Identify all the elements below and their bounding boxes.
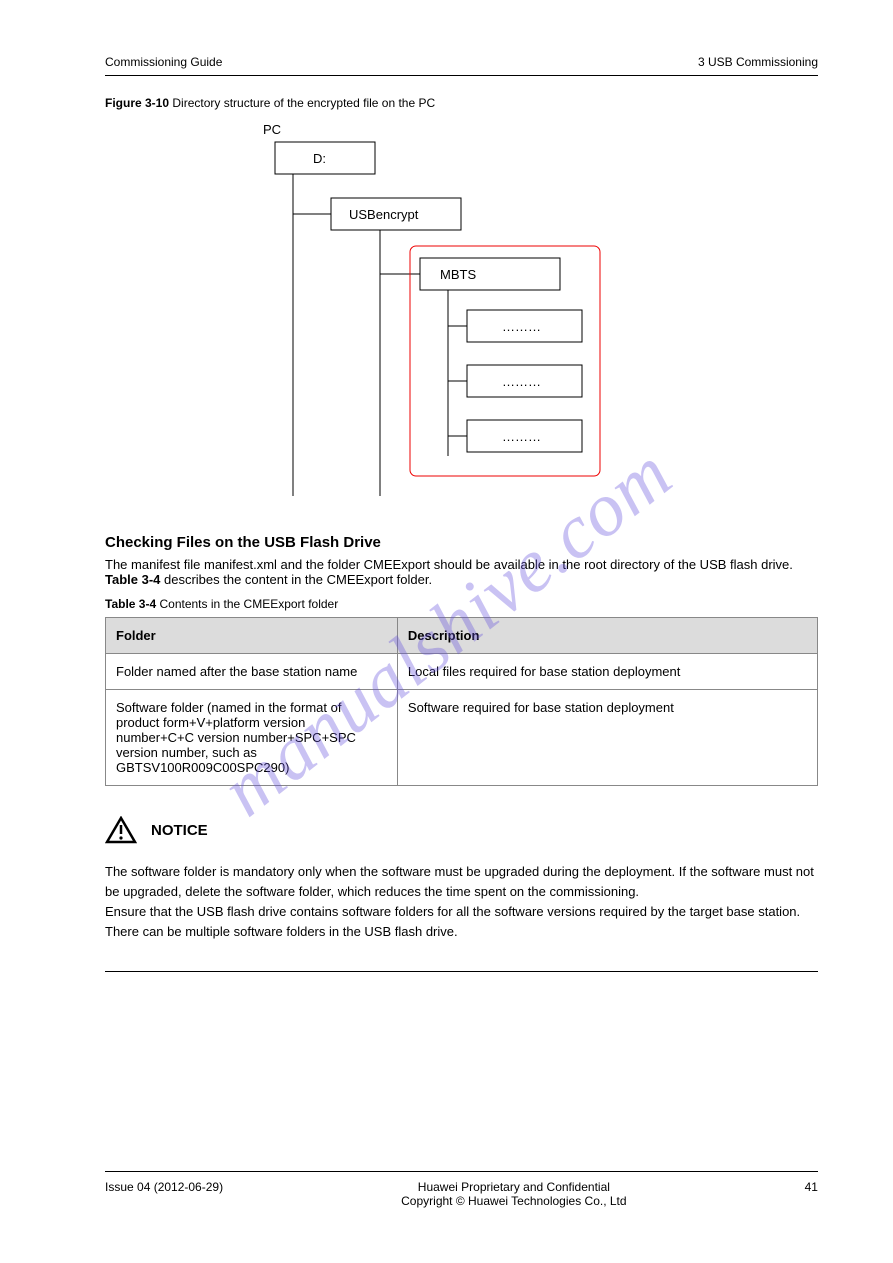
table-caption: Table 3-4 Contents in the CMEExport fold… (105, 597, 818, 611)
notice-label: NOTICE (151, 822, 208, 839)
footer-right: 41 (805, 1180, 818, 1208)
notice-block: NOTICE The software folder is mandatory … (105, 816, 818, 972)
cell-desc: Software required for base station deplo… (397, 690, 817, 786)
notice-line: The software folder is mandatory only wh… (105, 862, 818, 902)
page-header: Commissioning Guide 3 USB Commissioning (105, 55, 818, 76)
diag-mbts: MBTS (440, 267, 476, 282)
diag-drive: D: (313, 151, 326, 166)
diag-pc: PC (263, 122, 281, 137)
page-content: Commissioning Guide 3 USB Commissioning … (0, 0, 893, 1012)
section-text-prefix: The manifest file manifest.xml and the f… (105, 557, 793, 572)
cell-folder: Folder named after the base station name (106, 654, 398, 690)
directory-diagram: PC D: USBencrypt MBTS ……… (235, 116, 695, 506)
contents-table: Folder Description Folder named after th… (105, 617, 818, 786)
table-header-folder: Folder (106, 618, 398, 654)
cell-desc: Local files required for base station de… (397, 654, 817, 690)
table-row: Folder named after the base station name… (106, 654, 818, 690)
notice-line: Ensure that the USB flash drive contains… (105, 902, 818, 942)
header-right: 3 USB Commissioning (698, 55, 818, 69)
table-header-desc: Description (397, 618, 817, 654)
page-footer: Issue 04 (2012-06-29) Huawei Proprietary… (105, 1171, 818, 1208)
diag-dots-3: ……… (502, 429, 541, 444)
section-text: The manifest file manifest.xml and the f… (105, 557, 818, 587)
notice-body: The software folder is mandatory only wh… (105, 862, 818, 943)
table-caption-text: Contents in the CMEExport folder (156, 597, 338, 611)
warning-icon (105, 816, 137, 844)
figure-number: Figure 3-10 (105, 96, 169, 110)
section-title: Checking Files on the USB Flash Drive (105, 534, 818, 551)
table-number: Table 3-4 (105, 597, 156, 611)
figure-caption: Figure 3-10 Directory structure of the e… (105, 96, 818, 110)
diag-usb: USBencrypt (349, 207, 419, 222)
footer-center: Huawei Proprietary and Confidential Copy… (401, 1180, 626, 1208)
cell-folder: Software folder (named in the format of … (106, 690, 398, 786)
section-text-suffix: describes the content in the CMEExport f… (160, 572, 432, 587)
notice-header: NOTICE (105, 816, 818, 844)
diag-dots-1: ……… (502, 319, 541, 334)
header-left: Commissioning Guide (105, 55, 222, 69)
figure-text: Directory structure of the encrypted fil… (169, 96, 435, 110)
footer-left: Issue 04 (2012-06-29) (105, 1180, 223, 1208)
diag-dots-2: ……… (502, 374, 541, 389)
section-text-link: Table 3-4 (105, 572, 160, 587)
table-row: Software folder (named in the format of … (106, 690, 818, 786)
